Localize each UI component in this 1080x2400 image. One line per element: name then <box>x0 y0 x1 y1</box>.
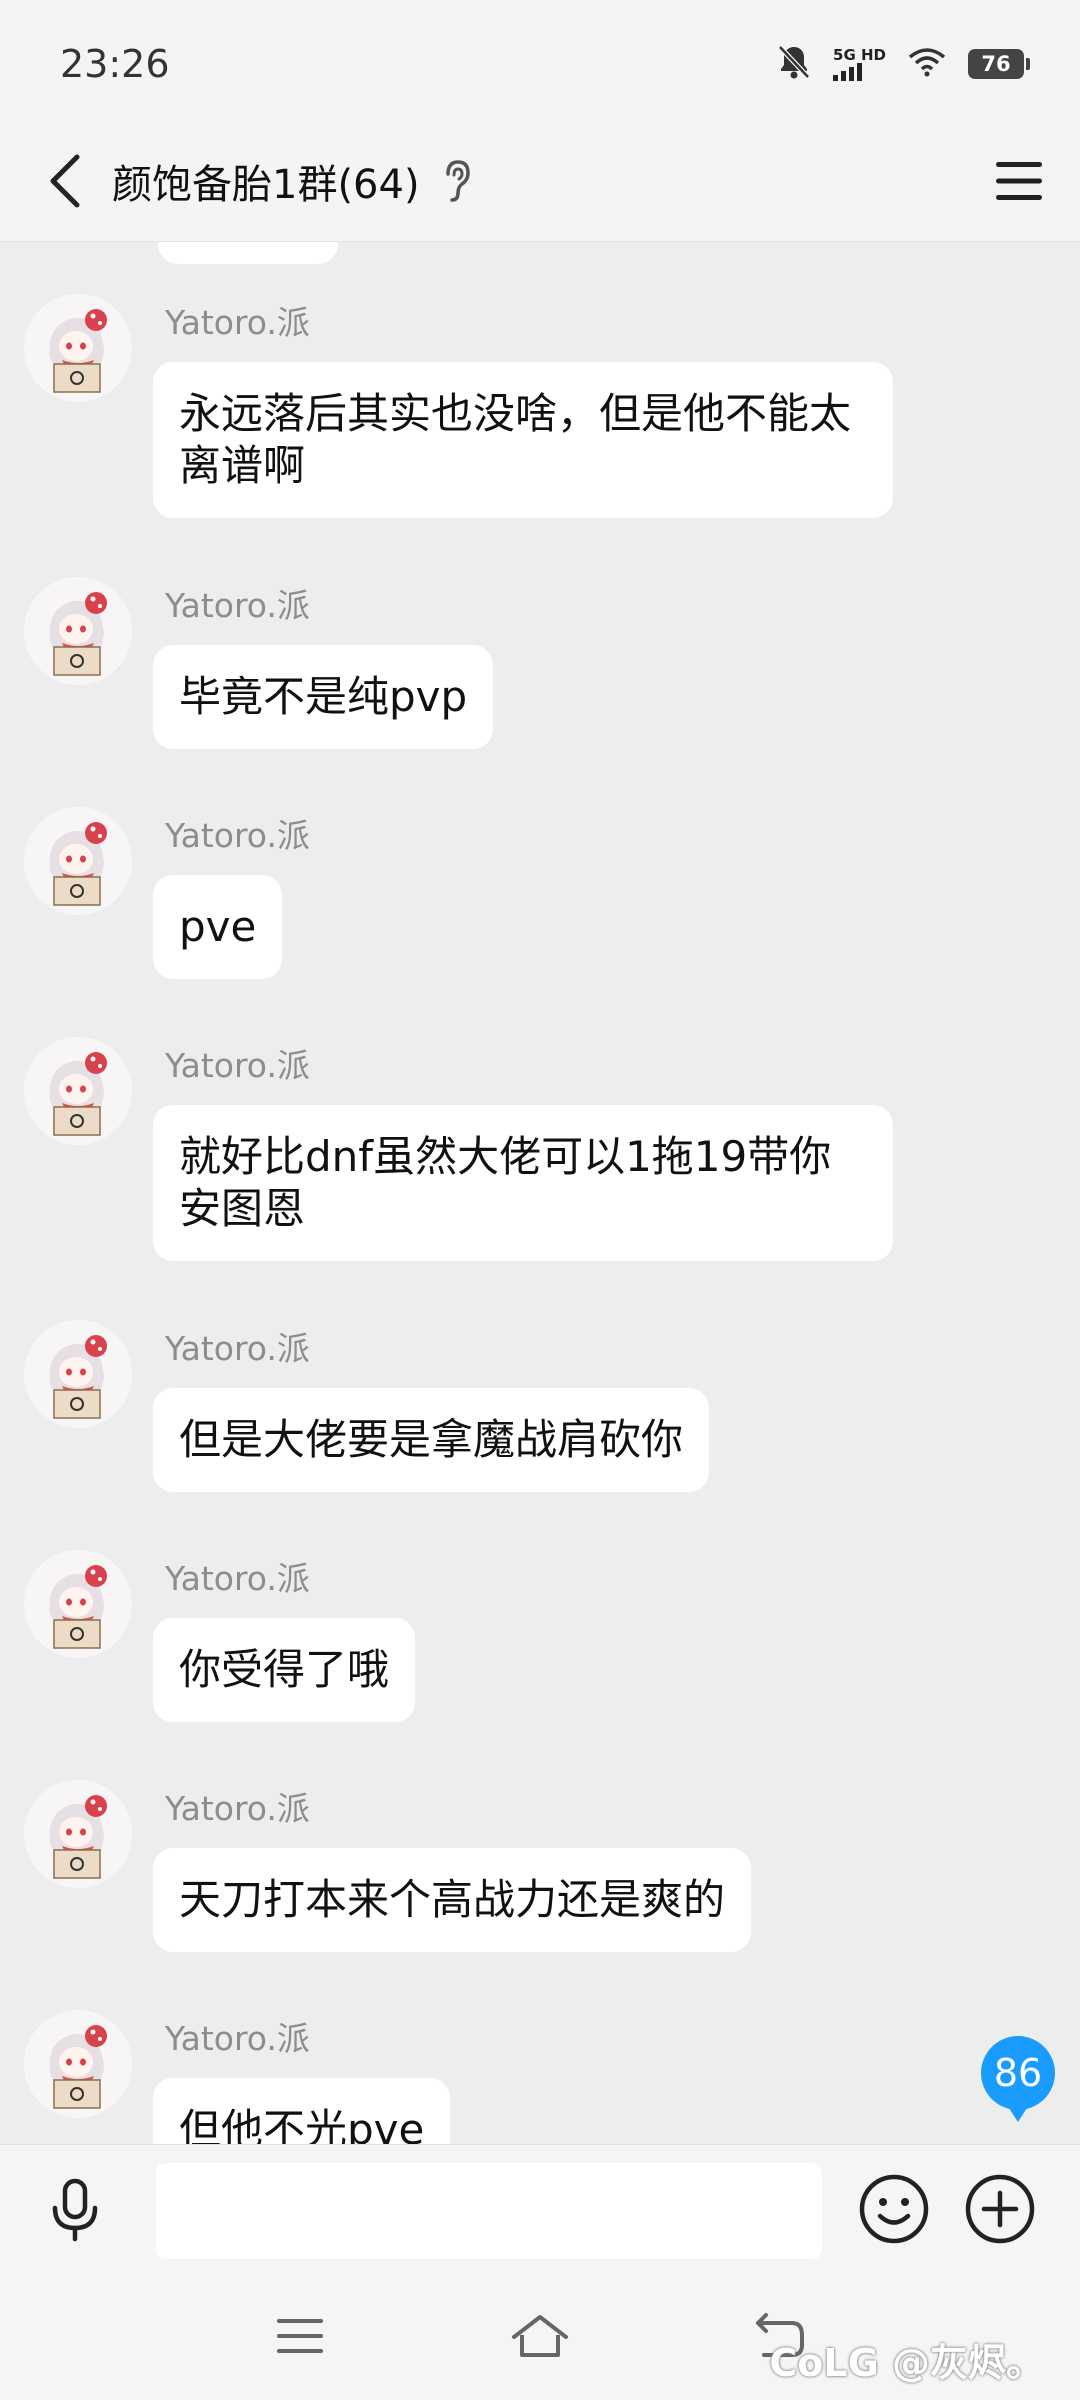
home-button[interactable] <box>505 2304 575 2368</box>
message-bubble-partial[interactable] <box>158 242 338 264</box>
battery-icon: 76 <box>968 49 1030 79</box>
avatar[interactable] <box>24 1780 132 1888</box>
message-list[interactable]: Yatoro.派 永远落后其实也没啥，但是他不能太离谱啊 Yatoro.派 毕竟… <box>0 242 1080 2144</box>
unread-count-badge[interactable]: 86 <box>981 2036 1055 2122</box>
sender-name: Yatoro.派 <box>165 816 310 855</box>
plus-icon[interactable] <box>962 2171 1038 2247</box>
message-bubble[interactable]: 天刀打本来个高战力还是爽的 <box>153 1848 752 1952</box>
back-button[interactable] <box>30 146 100 216</box>
sender-name: Yatoro.派 <box>165 2019 310 2058</box>
avatar[interactable] <box>24 2010 132 2118</box>
emoji-icon[interactable] <box>856 2171 932 2247</box>
menu-icon <box>277 2319 323 2353</box>
network-label: 5G HD <box>833 46 886 64</box>
sender-name: Yatoro.派 <box>165 1559 310 1598</box>
home-icon <box>512 2315 568 2357</box>
system-navigation-bar: CoLG @灰烬。 <box>0 2274 1080 2400</box>
chevron-left-icon <box>50 154 80 208</box>
message-bubble[interactable]: 就好比dnf虽然大佬可以1拖19带你安图恩 <box>153 1105 893 1261</box>
wifi-icon <box>908 47 946 81</box>
message-bubble[interactable]: 毕竟不是纯pvp <box>153 645 494 749</box>
sender-name: Yatoro.派 <box>165 303 310 342</box>
avatar[interactable] <box>24 294 132 402</box>
status-bar: 23:26 5G HD 76 <box>0 0 1080 120</box>
watermark: CoLG @灰烬。 <box>769 2341 1044 2385</box>
chat-title: 颜饱备胎1群(64) <box>112 162 420 208</box>
sender-name: Yatoro.派 <box>165 1329 310 1368</box>
voice-button[interactable] <box>40 2175 110 2245</box>
sender-name: Yatoro.派 <box>165 586 310 625</box>
signal-icon: 5G HD <box>833 47 886 81</box>
message-bubble[interactable]: 永远落后其实也没啥，但是他不能太离谱啊 <box>153 362 893 518</box>
menu-icon <box>996 162 1042 200</box>
sender-name: Yatoro.派 <box>165 1046 310 1085</box>
more-menu-button[interactable] <box>986 148 1052 214</box>
status-time: 23:26 <box>60 42 170 86</box>
status-icons: 5G HD 76 <box>777 44 1030 84</box>
message-bubble[interactable]: 但是大佬要是拿魔战肩砍你 <box>153 1388 710 1492</box>
message-input[interactable] <box>156 2163 822 2259</box>
message-bubble[interactable]: pve <box>153 875 283 979</box>
chat-screen: 23:26 5G HD 76 颜饱备胎1群(64) Yatoro.派 永远落后其… <box>0 0 1080 2400</box>
input-bar <box>0 2144 1080 2274</box>
avatar[interactable] <box>24 807 132 915</box>
recent-apps-button[interactable] <box>265 2304 335 2368</box>
avatar[interactable] <box>24 1550 132 1658</box>
avatar[interactable] <box>24 577 132 685</box>
sender-name: Yatoro.派 <box>165 1789 310 1828</box>
mute-bell-icon <box>777 44 811 84</box>
ear-icon <box>446 160 470 202</box>
chat-header: 颜饱备胎1群(64) <box>0 120 1080 242</box>
microphone-icon <box>52 2178 98 2242</box>
message-bubble[interactable]: 但他不光pve <box>153 2078 451 2144</box>
message-bubble[interactable]: 你受得了哦 <box>153 1618 416 1722</box>
avatar[interactable] <box>24 1320 132 1428</box>
avatar[interactable] <box>24 1037 132 1145</box>
